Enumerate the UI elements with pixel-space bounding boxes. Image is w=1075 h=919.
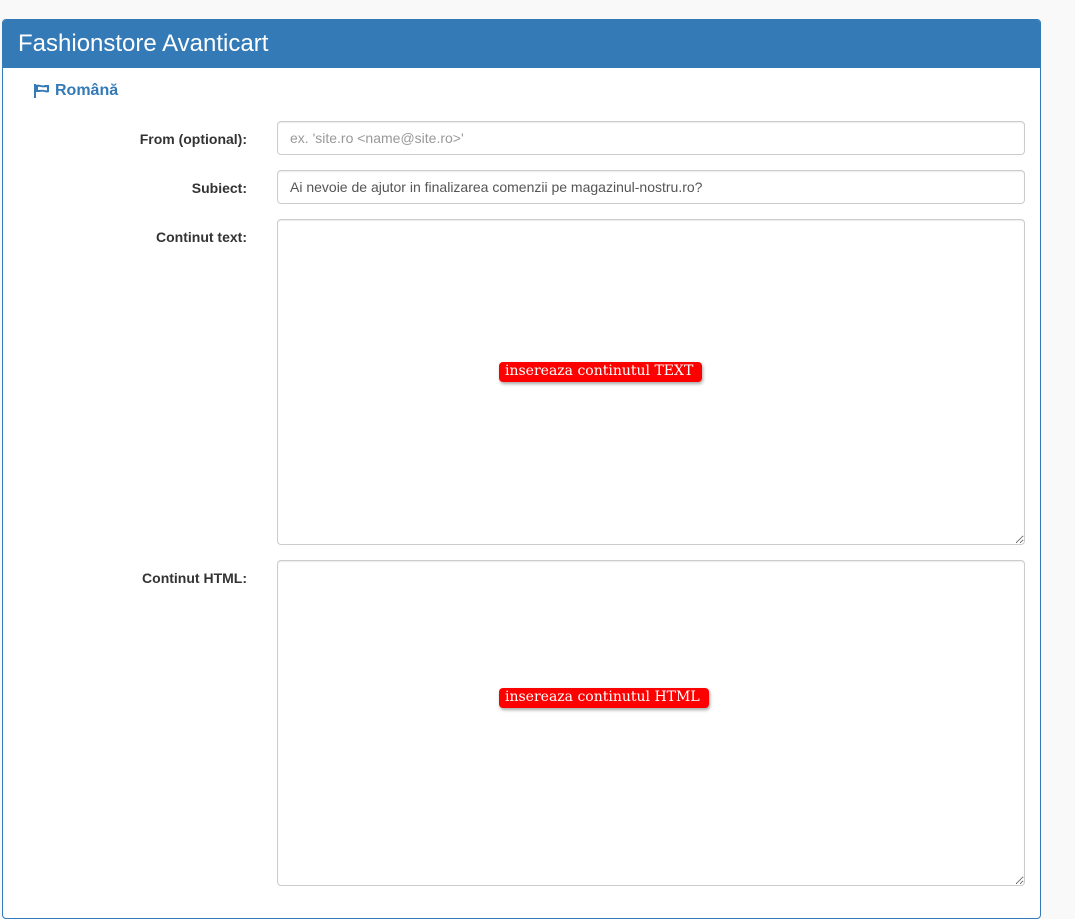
html-content-label: Continut HTML:	[142, 570, 247, 586]
language-label: Română	[55, 82, 119, 99]
flag-icon	[34, 84, 50, 98]
from-input[interactable]	[277, 121, 1025, 155]
html-content-textarea[interactable]	[277, 560, 1025, 886]
text-content-label: Continut text:	[156, 229, 247, 245]
language-heading: Română	[34, 82, 118, 100]
template-panel: Fashionstore Avanticart Română From (opt…	[2, 19, 1041, 919]
panel-title: Fashionstore Avanticart	[3, 20, 1040, 68]
clipped-header-text	[0, 0, 1075, 19]
subject-label: Subiect:	[191, 180, 247, 196]
from-label: From (optional):	[139, 131, 247, 147]
html-content-hint: insereaza continutul HTML	[499, 688, 709, 708]
text-content-hint: insereaza continutul TEXT	[499, 362, 703, 382]
text-content-textarea[interactable]	[277, 219, 1025, 545]
subject-input[interactable]	[277, 170, 1025, 204]
